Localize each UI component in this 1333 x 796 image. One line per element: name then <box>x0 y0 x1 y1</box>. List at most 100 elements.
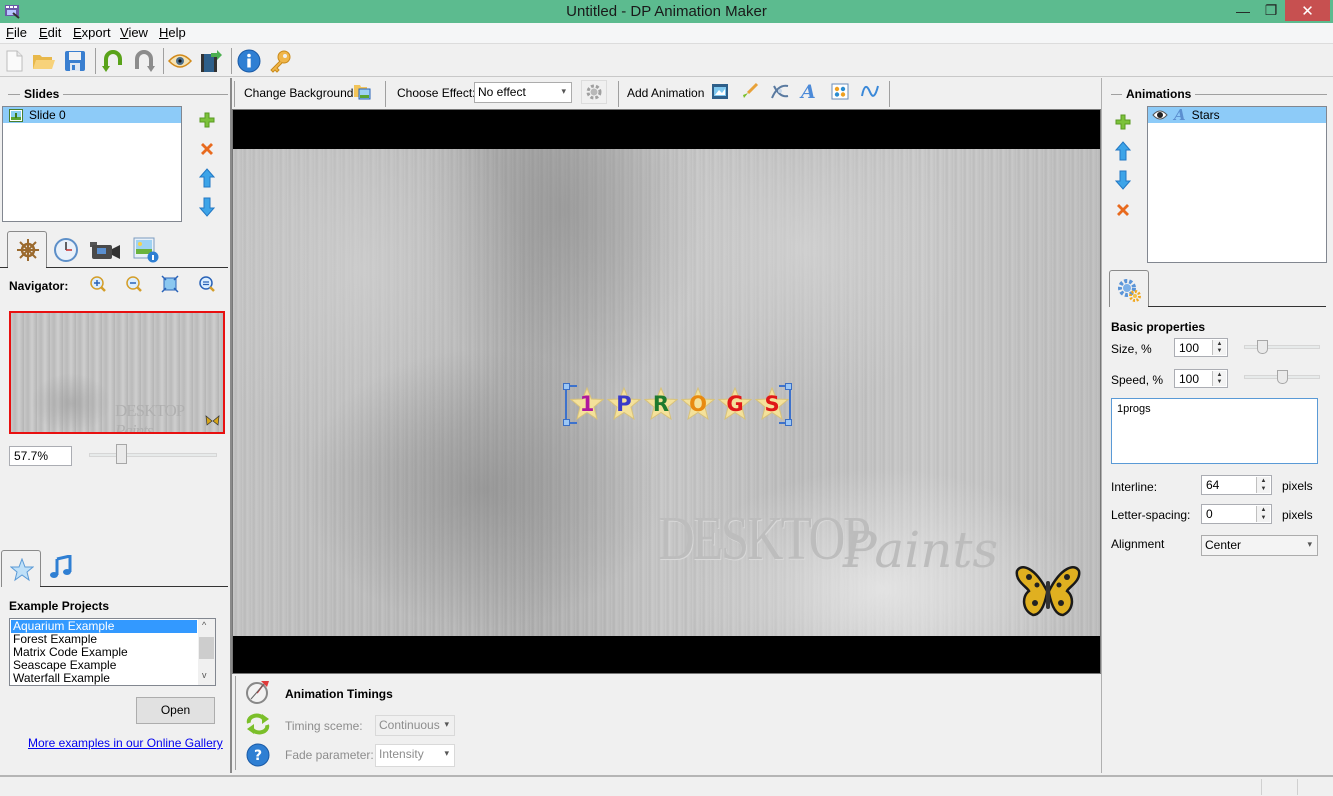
tab-navigator[interactable] <box>7 231 47 268</box>
minimize-button[interactable]: — <box>1228 0 1258 21</box>
restore-button[interactable]: ❐ <box>1256 0 1286 21</box>
zoom-actual-button[interactable] <box>197 274 217 294</box>
redo-icon[interactable] <box>132 49 156 73</box>
export-video-icon[interactable] <box>199 49 223 73</box>
menu-edit[interactable]: Edit <box>39 25 61 40</box>
letter-spacing-spinner[interactable]: ▲ ▼ <box>1256 506 1270 522</box>
menu-bar: File Edit Export View Help <box>0 23 1333 43</box>
title-bar: Untitled - DP Animation Maker — ❐ ✕ <box>0 0 1333 23</box>
delete-x-icon <box>201 143 213 155</box>
tab-underline <box>46 267 228 268</box>
image-animation-icon <box>712 84 728 99</box>
size-slider-track[interactable] <box>1244 345 1320 349</box>
animation-item[interactable]: A Stars <box>1148 107 1326 123</box>
tab-properties[interactable] <box>1109 270 1149 307</box>
zoom-fit-button[interactable] <box>160 274 180 294</box>
change-background-button[interactable]: Change Background <box>244 86 353 100</box>
examples-scrollbar[interactable]: ^ v <box>198 619 215 685</box>
delete-animation-button[interactable] <box>1113 200 1133 220</box>
speed-input[interactable]: 100 ▲ ▼ <box>1174 369 1228 388</box>
star-letter: O <box>681 387 715 421</box>
menu-file[interactable]: File <box>6 25 27 40</box>
animations-list[interactable]: A Stars <box>1147 106 1327 263</box>
tab-music[interactable] <box>49 554 73 582</box>
star-letter: G <box>718 387 752 421</box>
letter-spacing-input[interactable]: 0 ▲ ▼ <box>1201 504 1272 524</box>
help-icon[interactable]: ? <box>246 743 270 770</box>
zoom-slider-track[interactable] <box>89 453 217 457</box>
zoom-in-button[interactable] <box>88 274 108 294</box>
add-particles-animation-button[interactable] <box>770 82 790 103</box>
alignment-select[interactable]: Center ▾ <box>1201 535 1318 556</box>
menu-help[interactable]: Help <box>159 25 186 40</box>
chevron-down-icon: ▾ <box>444 719 449 729</box>
close-button[interactable]: ✕ <box>1285 0 1330 21</box>
undo-icon[interactable] <box>101 49 125 73</box>
move-animation-up-button[interactable] <box>1113 141 1133 161</box>
spin-up-icon: ▲ <box>1216 371 1223 378</box>
slide-stage[interactable]: DESKTOP Paints 1PROGS <box>233 149 1100 636</box>
star-letter: S <box>755 387 789 421</box>
tab-timeline[interactable] <box>53 237 79 266</box>
resize-handle[interactable] <box>563 383 570 390</box>
info-icon[interactable] <box>237 49 261 73</box>
open-folder-icon[interactable] <box>32 49 56 73</box>
interline-input[interactable]: 64 ▲ ▼ <box>1201 475 1272 495</box>
examples-list[interactable]: Aquarium Example Forest Example Matrix C… <box>9 618 216 686</box>
zoom-out-button[interactable] <box>124 274 144 294</box>
move-slide-up-button[interactable] <box>197 168 217 188</box>
size-input[interactable]: 100 ▲ ▼ <box>1174 338 1228 357</box>
navigator-preview[interactable]: DESKTOP Paints <box>9 311 225 434</box>
scroll-down-icon[interactable]: v <box>202 670 207 680</box>
add-grid-animation-button[interactable] <box>831 83 849 103</box>
timings-title: Animation Timings <box>285 687 393 701</box>
visibility-eye-icon[interactable] <box>1152 110 1168 120</box>
add-animation-button[interactable] <box>1113 112 1133 132</box>
delete-slide-button[interactable] <box>197 139 217 159</box>
effect-settings-button[interactable] <box>581 80 607 104</box>
size-slider-thumb[interactable] <box>1257 340 1268 354</box>
navigator-label: Navigator: <box>9 279 69 293</box>
effect-select[interactable]: No effect ▾ <box>474 82 572 103</box>
tab-slide-properties[interactable] <box>133 237 159 266</box>
size-spinner[interactable]: ▲ ▼ <box>1212 340 1226 355</box>
menu-view[interactable]: View <box>120 25 148 40</box>
resize-handle[interactable] <box>563 419 570 426</box>
plus-icon <box>199 112 215 128</box>
editor-canvas[interactable]: DESKTOP Paints 1PROGS <box>232 109 1101 674</box>
move-slide-down-button[interactable] <box>197 197 217 217</box>
interline-spinner[interactable]: ▲ ▼ <box>1256 477 1270 493</box>
key-icon[interactable] <box>268 49 292 73</box>
speed-slider-thumb[interactable] <box>1276 370 1288 384</box>
save-icon[interactable] <box>63 49 87 73</box>
fade-parameter-select[interactable]: Intensity ▾ <box>375 744 455 767</box>
add-paint-animation-button[interactable] <box>741 82 759 103</box>
add-text-animation-button[interactable]: A <box>801 81 816 103</box>
add-wave-animation-button[interactable] <box>860 82 880 105</box>
scroll-up-icon[interactable]: ^ <box>202 620 206 630</box>
add-slide-button[interactable] <box>197 110 217 130</box>
zoom-percent-input[interactable]: 57.7% <box>9 446 72 466</box>
new-file-icon[interactable] <box>2 49 26 73</box>
slide-item[interactable]: Slide 0 <box>3 107 181 123</box>
slides-title: Slides <box>20 87 64 101</box>
tab-camera[interactable] <box>89 239 121 264</box>
tab-examples[interactable] <box>1 550 41 587</box>
example-item[interactable]: Waterfall Example <box>10 672 215 685</box>
add-image-animation-button[interactable] <box>711 83 729 103</box>
scrollbar-thumb[interactable] <box>199 637 214 659</box>
animation-text-input[interactable]: 1progs <box>1111 398 1318 464</box>
menu-export[interactable]: Export <box>73 25 111 40</box>
open-example-button[interactable]: Open <box>136 697 215 724</box>
change-background-icon[interactable] <box>353 83 371 103</box>
properties-title: Basic properties <box>1111 320 1206 334</box>
speed-spinner[interactable]: ▲ ▼ <box>1212 371 1226 386</box>
move-animation-down-button[interactable] <box>1113 170 1133 190</box>
zoom-slider-thumb[interactable] <box>115 444 127 464</box>
slides-list[interactable]: Slide 0 <box>2 106 182 222</box>
arrow-down-icon <box>1115 170 1131 190</box>
right-splitter[interactable] <box>1101 78 1102 773</box>
timing-scheme-select[interactable]: Continuous ▾ <box>375 715 455 736</box>
preview-eye-icon[interactable] <box>168 49 192 73</box>
online-gallery-link[interactable]: More examples in our Online Gallery <box>28 736 223 750</box>
